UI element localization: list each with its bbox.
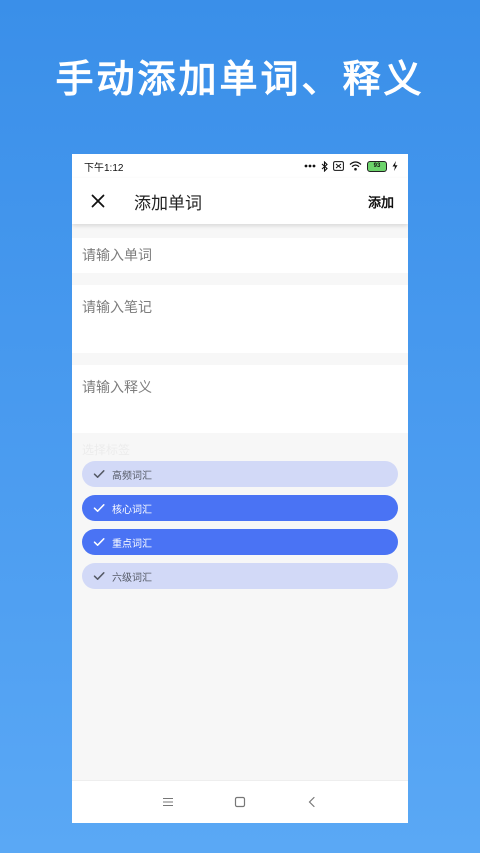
promo-headline: 手动添加单词、释义 bbox=[55, 57, 425, 101]
word-field-container bbox=[72, 238, 408, 273]
tag-chip-label: 高频词汇 bbox=[112, 470, 152, 482]
add-button[interactable]: 添加 bbox=[368, 192, 394, 211]
tag-chip-cet6[interactable]: 六级词汇 bbox=[82, 563, 398, 589]
tag-chip-key[interactable]: 重点词汇 bbox=[82, 529, 398, 555]
home-icon[interactable] bbox=[233, 795, 247, 809]
close-icon[interactable] bbox=[88, 191, 108, 211]
wifi-icon bbox=[349, 161, 362, 171]
meaning-input[interactable] bbox=[82, 377, 398, 409]
status-icons: 93 bbox=[304, 160, 398, 172]
menu-icon[interactable] bbox=[161, 795, 175, 809]
system-navbar bbox=[72, 780, 408, 823]
note-input[interactable] bbox=[82, 297, 398, 329]
bluetooth-icon bbox=[321, 160, 328, 172]
dots-icon bbox=[304, 164, 316, 168]
charging-icon bbox=[392, 161, 398, 171]
tag-list: 高频词汇 核心词汇 重点词汇 六级词汇 bbox=[82, 461, 398, 589]
note-field-container bbox=[72, 285, 408, 353]
check-icon bbox=[92, 535, 106, 549]
tag-chip-label: 六级词汇 bbox=[112, 572, 152, 584]
meaning-field-container bbox=[72, 365, 408, 433]
sim-icon bbox=[333, 161, 344, 171]
tag-chip-high-frequency[interactable]: 高频词汇 bbox=[82, 461, 398, 487]
check-icon bbox=[92, 501, 106, 515]
back-icon[interactable] bbox=[305, 795, 319, 809]
status-bar: 下午1:12 93 bbox=[72, 154, 408, 178]
page-title: 添加单词 bbox=[134, 193, 202, 214]
check-icon bbox=[92, 569, 106, 583]
check-icon bbox=[92, 467, 106, 481]
phone-screen: 下午1:12 93 添加单词 添加 请输入单词 请输入笔记 请输入释义 选择标签… bbox=[72, 154, 408, 823]
app-toolbar: 添加单词 添加 bbox=[72, 178, 408, 224]
tag-chip-label: 重点词汇 bbox=[112, 538, 152, 550]
tag-chip-label: 核心词汇 bbox=[112, 504, 152, 516]
tags-label: 选择标签 bbox=[82, 443, 131, 457]
word-input[interactable] bbox=[82, 247, 398, 264]
battery-icon: 93 bbox=[367, 160, 387, 172]
status-time: 下午1:12 bbox=[84, 162, 124, 174]
tag-chip-core[interactable]: 核心词汇 bbox=[82, 495, 398, 521]
